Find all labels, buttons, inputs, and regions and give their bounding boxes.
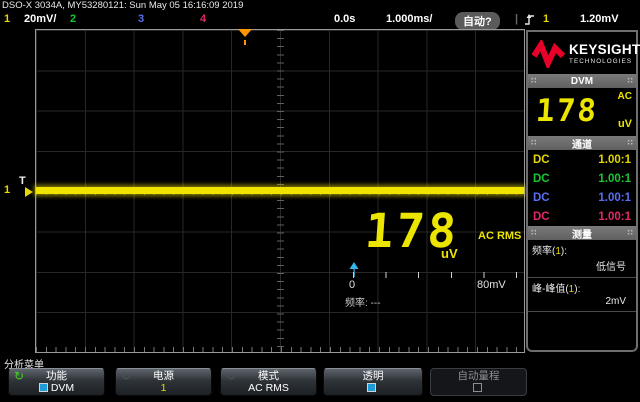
waveform-display: 178 uV AC RMS 0 80mV 频率: --- xyxy=(35,29,525,353)
dvm-value: 178 xyxy=(535,94,599,128)
softkey-title: 透明 xyxy=(324,371,422,382)
dvm-panel-header[interactable]: ∷ DVM ∷ xyxy=(528,74,636,88)
channel4-number[interactable]: 4 xyxy=(200,13,206,25)
brand-name: KEYSIGHT xyxy=(569,43,640,57)
measurements-list: 频率(1): 低信号 峰-峰值(1): 2mV xyxy=(528,240,636,312)
dvm-scale-max: 80mV xyxy=(477,279,506,291)
keysight-spark-icon xyxy=(532,40,566,68)
softkey-function[interactable]: ↻ 功能 DVM xyxy=(8,368,105,396)
dvm-coupling: AC xyxy=(618,91,632,102)
channels-list: DC 1.00:1 DC 1.00:1 DC 1.00:1 DC 1.00:1 xyxy=(528,150,636,226)
dvm-scale-min: 0 xyxy=(349,279,355,291)
keysight-logo: KEYSIGHT TECHNOLOGIES xyxy=(528,32,636,74)
grip-icon: ∷ xyxy=(627,139,633,147)
softkey-transparent[interactable]: 透明 xyxy=(323,368,423,396)
channel2-probe-ratio: 1.00:1 xyxy=(598,173,631,185)
channel4-probe-ratio: 1.00:1 xyxy=(598,211,631,223)
run-state-badge: 自动? xyxy=(455,12,500,30)
measure-panel-header[interactable]: ∷ 测量 ∷ xyxy=(528,226,636,240)
measurement-value: 2mV xyxy=(532,295,632,310)
measurement-value: 低信号 xyxy=(532,257,632,276)
rotate-knob-icon: ↻ xyxy=(14,370,24,382)
channels-panel-title: 通道 xyxy=(537,136,628,151)
softkey-value: DVM xyxy=(51,382,74,394)
channel1-ground-marker[interactable]: 1 xyxy=(4,184,10,196)
softkey-autorange[interactable]: 自动量程 xyxy=(430,368,527,396)
channel2-number[interactable]: 2 xyxy=(70,13,76,25)
brand-subtitle: TECHNOLOGIES xyxy=(569,59,640,65)
rotate-knob-icon: ↻ xyxy=(226,370,236,382)
trigger-level-marker[interactable]: T xyxy=(19,175,26,187)
measurement-row: 频率(1): 低信号 xyxy=(528,240,636,278)
channel1-trace xyxy=(36,187,524,194)
trigger-level: 1.20mV xyxy=(580,13,619,25)
trigger-source: 1 xyxy=(543,13,549,25)
channels-panel-header[interactable]: ∷ 通道 ∷ xyxy=(528,136,636,150)
dvm-panel-title: DVM xyxy=(537,76,628,87)
dvm-scale-ticks xyxy=(353,272,517,278)
softkey-title: 自动量程 xyxy=(431,371,526,382)
sidebar: KEYSIGHT TECHNOLOGIES ∷ DVM ∷ 178 AC uV … xyxy=(526,30,638,352)
timebase-delay: 0.0s xyxy=(334,13,355,25)
channel-row: DC 1.00:1 xyxy=(528,207,636,226)
softkey-value: AC RMS xyxy=(221,382,316,395)
channel3-coupling: DC xyxy=(533,192,550,204)
channel4-coupling: DC xyxy=(533,211,550,223)
measurement-row: 峰-峰值(1): 2mV xyxy=(528,278,636,312)
timebase-scale: 1.000ms/ xyxy=(386,13,432,25)
rotate-knob-icon: ↻ xyxy=(121,370,131,382)
dvm-overlay-mode: AC RMS xyxy=(478,230,521,242)
grip-icon: ∷ xyxy=(627,229,633,237)
edge-trigger-icon xyxy=(524,13,535,26)
channel1-coupling: DC xyxy=(533,154,550,166)
dvm-overlay-unit: uV xyxy=(441,246,458,261)
measurement-label: 峰-峰值(1): xyxy=(532,280,632,295)
statusbar-divider: | xyxy=(515,13,518,25)
channel3-probe-ratio: 1.00:1 xyxy=(598,192,631,204)
bottom-axis-ticks xyxy=(36,347,524,352)
checkbox-checked-icon xyxy=(39,383,48,392)
channel3-number[interactable]: 3 xyxy=(138,13,144,25)
channel1-number[interactable]: 1 xyxy=(4,13,10,25)
channel-row: DC 1.00:1 xyxy=(528,150,636,169)
channel-row: DC 1.00:1 xyxy=(528,169,636,188)
softkey-source[interactable]: ↻ 电源 1 xyxy=(115,368,212,396)
channel1-scale[interactable]: 20mV/ xyxy=(24,13,56,25)
oscilloscope-screen: DSO-X 3034A, MY53280121: Sun May 05 16:1… xyxy=(0,0,640,402)
device-title: DSO-X 3034A, MY53280121: Sun May 05 16:1… xyxy=(2,0,243,11)
trigger-position-stem xyxy=(244,40,246,45)
channel1-probe-ratio: 1.00:1 xyxy=(598,154,631,166)
checkbox-unchecked-icon xyxy=(473,383,482,392)
measurement-label: 频率(1): xyxy=(532,242,632,257)
measure-panel-title: 测量 xyxy=(537,226,628,241)
softkey-mode[interactable]: ↻ 模式 AC RMS xyxy=(220,368,317,396)
channel1-ground-arrow-icon xyxy=(25,187,38,197)
grip-icon: ∷ xyxy=(627,77,633,85)
softkey-value: 1 xyxy=(116,382,211,395)
dvm-readout-panel: 178 AC uV xyxy=(528,88,636,136)
dvm-unit: uV xyxy=(618,118,632,130)
dvm-frequency-readout: 频率: --- xyxy=(345,294,381,309)
checkbox-checked-icon xyxy=(367,383,376,392)
channel2-coupling: DC xyxy=(533,173,550,185)
channel-row: DC 1.00:1 xyxy=(528,188,636,207)
